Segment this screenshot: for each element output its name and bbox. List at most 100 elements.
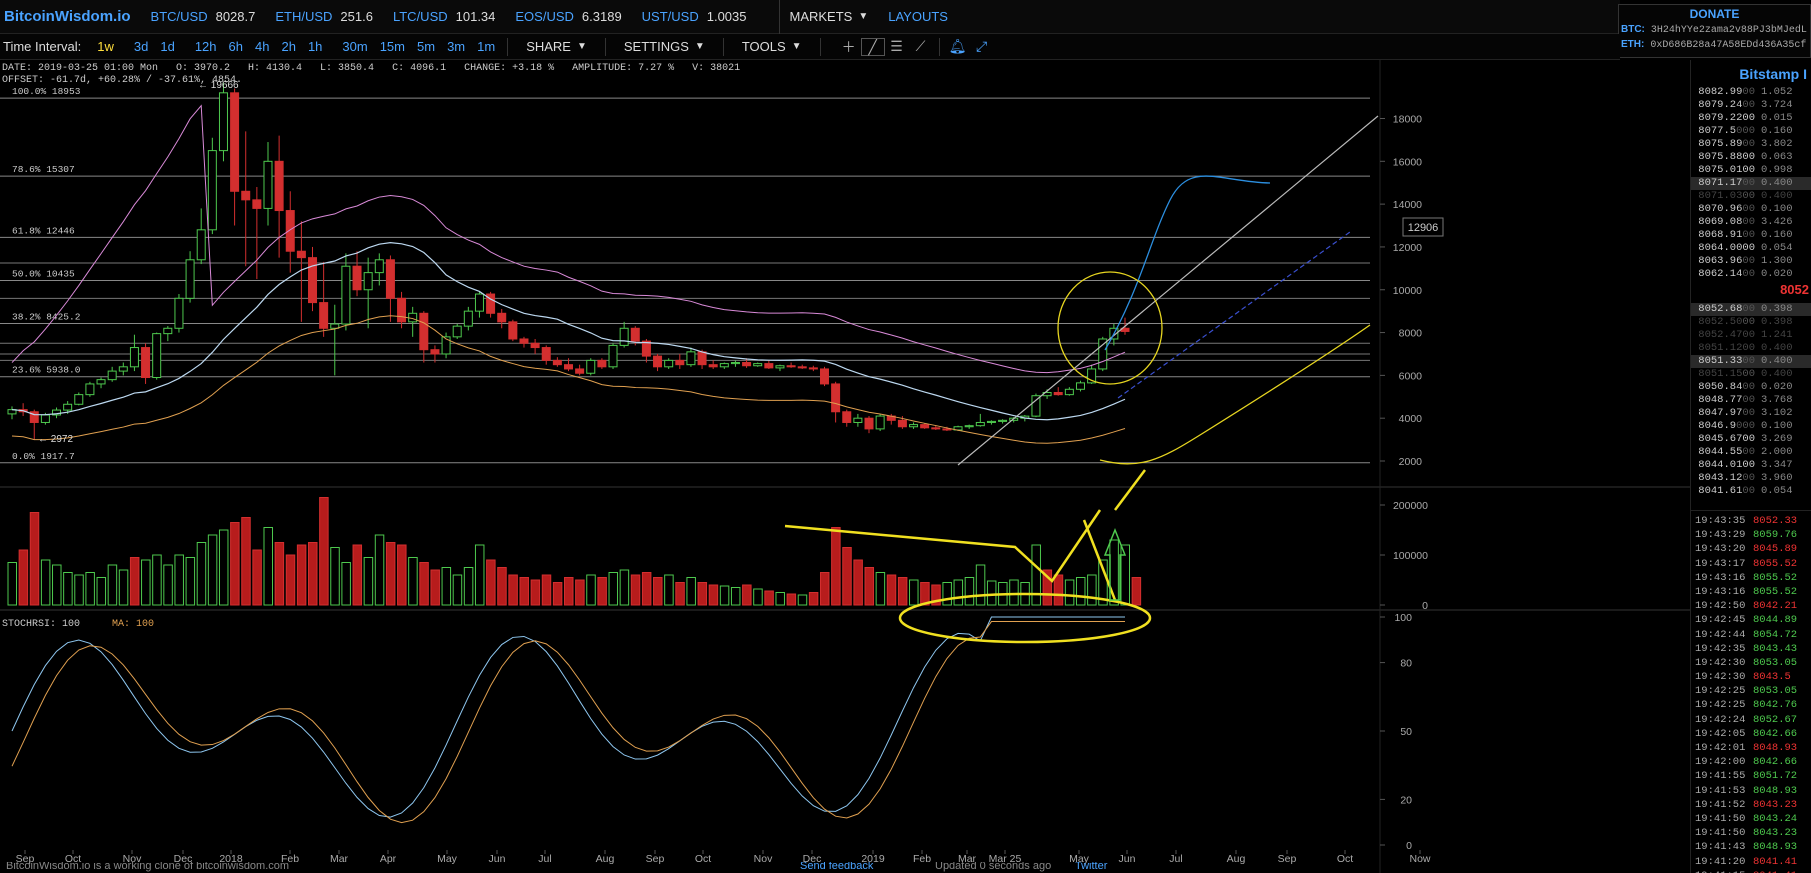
amount-value: 0.020 [1761,381,1793,393]
orderbook-row[interactable]: 8070.9600 0.100 [1691,203,1811,216]
volume-bar [486,559,496,606]
feedback-link[interactable]: Send feedback [800,862,873,872]
interval-3m[interactable]: 3m [441,39,471,54]
candle-body [630,327,640,342]
orderbook-row[interactable]: 8079.2400 3.724 [1691,99,1811,112]
interval-30m[interactable]: 30m [336,39,373,54]
orderbook-row[interactable]: 8045.6700 3.269 [1691,433,1811,446]
orderbook-row[interactable]: 8071.0300 0.400 [1691,190,1811,203]
alert-bell-icon[interactable]: 🔔︎ [946,38,970,55]
orderbook-row[interactable]: 8052.6800 0.398 [1691,303,1811,316]
share-menu[interactable]: SHARE ▼ [514,39,599,54]
interval-1m[interactable]: 1m [471,39,501,54]
eth-address[interactable]: 0xD686B28a47A58EDd436A35cf [1650,40,1806,51]
ticker-ust-usd[interactable]: UST/USD 1.0035 [642,9,747,24]
settings-menu[interactable]: SETTINGS ▼ [612,39,717,54]
interval-12h[interactable]: 12h [189,39,223,54]
volume-bar [397,544,407,606]
orderbook-row[interactable]: 8082.9900 1.052 [1691,86,1811,99]
candle-body [742,362,752,367]
candle-body [575,368,585,374]
volume-bar [619,569,630,606]
orderbook-row[interactable]: 8075.8900 3.802 [1691,138,1811,151]
crosshair-icon[interactable]: ＋ [837,37,861,57]
volume-bar [753,588,763,606]
orderbook-row[interactable]: 8071.1700 0.400 [1691,177,1811,190]
volume-bar [519,577,529,606]
orderbook-row[interactable]: 8051.1200 0.400 [1691,342,1811,355]
trendline-icon[interactable]: ╱ [860,37,885,56]
volume-bar [1053,574,1064,606]
interval-4h[interactable]: 4h [249,39,275,54]
interval-1h[interactable]: 1h [302,39,328,54]
trade-price: 8048.93 [1753,841,1798,854]
orderbook-row[interactable]: 8046.9000 0.100 [1691,420,1811,433]
orderbook-row[interactable]: 8044.0100 3.347 [1691,459,1811,472]
orderbook-row[interactable]: 8051.3300 0.400 [1691,355,1811,368]
asks-list: 8082.9900 1.052 8079.2400 3.724 8079.2200 0.0… [1691,86,1811,281]
volume-bar [341,562,351,606]
orderbook-row[interactable]: 8051.1500 0.400 [1691,368,1811,381]
interval-3d[interactable]: 3d [128,39,154,54]
price-chart[interactable]: 2000400060008000100001200014000160001800… [0,60,1690,873]
fullscreen-icon[interactable]: ⤢ [970,38,994,55]
volume-bar [218,529,229,606]
orderbook-row[interactable]: 8052.5000 0.398 [1691,316,1811,329]
amount-value: 3.426 [1761,216,1793,228]
interval-2h[interactable]: 2h [275,39,301,54]
orderbook-row[interactable]: 8052.4700 1.241 [1691,329,1811,342]
orderbook-row[interactable]: 8050.8400 0.020 [1691,381,1811,394]
candle-body [552,359,562,366]
time-interval-label: Time Interval: [3,39,82,54]
fan-icon[interactable]: ⟋ [909,38,933,55]
markets-menu[interactable]: MARKETS ▼ [778,0,879,34]
price-padding: 00 [1742,255,1755,267]
volume-bar [764,590,774,606]
fib-retracement-icon[interactable]: ☰ [885,38,909,55]
interval-5m[interactable]: 5m [411,39,441,54]
orderbook-row[interactable]: 8048.7700 3.768 [1691,394,1811,407]
fib-label: 100.0% 18953 [12,86,81,97]
orderbook-row[interactable]: 8077.5000 0.160 [1691,125,1811,138]
ticker-eth-usd[interactable]: ETH/USD 251.6 [275,9,373,24]
ticker-eos-usd[interactable]: EOS/USD 6.3189 [515,9,621,24]
chevron-down-icon: ▼ [791,41,802,52]
orderbook-row[interactable]: 8043.1200 3.960 [1691,472,1811,485]
orderbook-row[interactable]: 8068.9100 0.160 [1691,229,1811,242]
orderbook-row[interactable]: 8062.1400 0.020 [1691,268,1811,281]
trade-time: 19:43:16 [1695,585,1746,598]
layouts-link[interactable]: LAYOUTS [888,9,948,24]
orderbook-row[interactable]: 8044.5500 2.000 [1691,446,1811,459]
ticker-btc-usd[interactable]: BTC/USD 8028.7 [151,9,256,24]
twitter-link[interactable]: Twitter [1075,862,1107,872]
ticker-ltc-usd[interactable]: LTC/USD 101.34 [393,9,495,24]
volume-bar [909,579,919,606]
donate-eth: ETH: 0xD686B28a47A58EDd436A35cf [1619,39,1810,51]
interval-1w[interactable]: 1w [91,39,120,54]
price-value: 8075.89 [1698,138,1743,150]
brand-logo[interactable]: BitcoinWisdom.io [4,8,131,25]
orderbook-row[interactable]: 8075.0100 0.998 [1691,164,1811,177]
tools-menu[interactable]: TOOLS ▼ [730,39,814,54]
orderbook-row[interactable]: 8063.9600 1.300 [1691,255,1811,268]
btc-address[interactable]: 3H24hYYe2zama2v88PJ3bMJedL [1651,25,1807,36]
interval-15m[interactable]: 15m [374,39,411,54]
volume-bar [296,544,307,606]
candle-body [530,342,540,349]
orderbook-row[interactable]: 8041.6100 0.054 [1691,485,1811,498]
interval-1d[interactable]: 1d [154,39,180,54]
orderbook-row[interactable]: 8079.2200 0.015 [1691,112,1811,125]
orderbook-row[interactable]: 8064.0000 0.054 [1691,242,1811,255]
volume-bar [541,574,552,606]
orderbook-row[interactable]: 8047.9700 3.102 [1691,407,1811,420]
orderbook-row[interactable]: 8069.0800 3.426 [1691,216,1811,229]
orderbook-row[interactable]: 8075.8800 0.063 [1691,151,1811,164]
volume-bar [129,557,140,606]
interval-6h[interactable]: 6h [223,39,249,54]
candle-body [597,359,607,368]
price-tag: 12906 [1408,222,1439,234]
amount-value: 3.724 [1761,99,1793,111]
price-padding: 00 [1742,190,1755,202]
price-padding: 00 [1742,355,1755,367]
candle-body [986,420,996,423]
